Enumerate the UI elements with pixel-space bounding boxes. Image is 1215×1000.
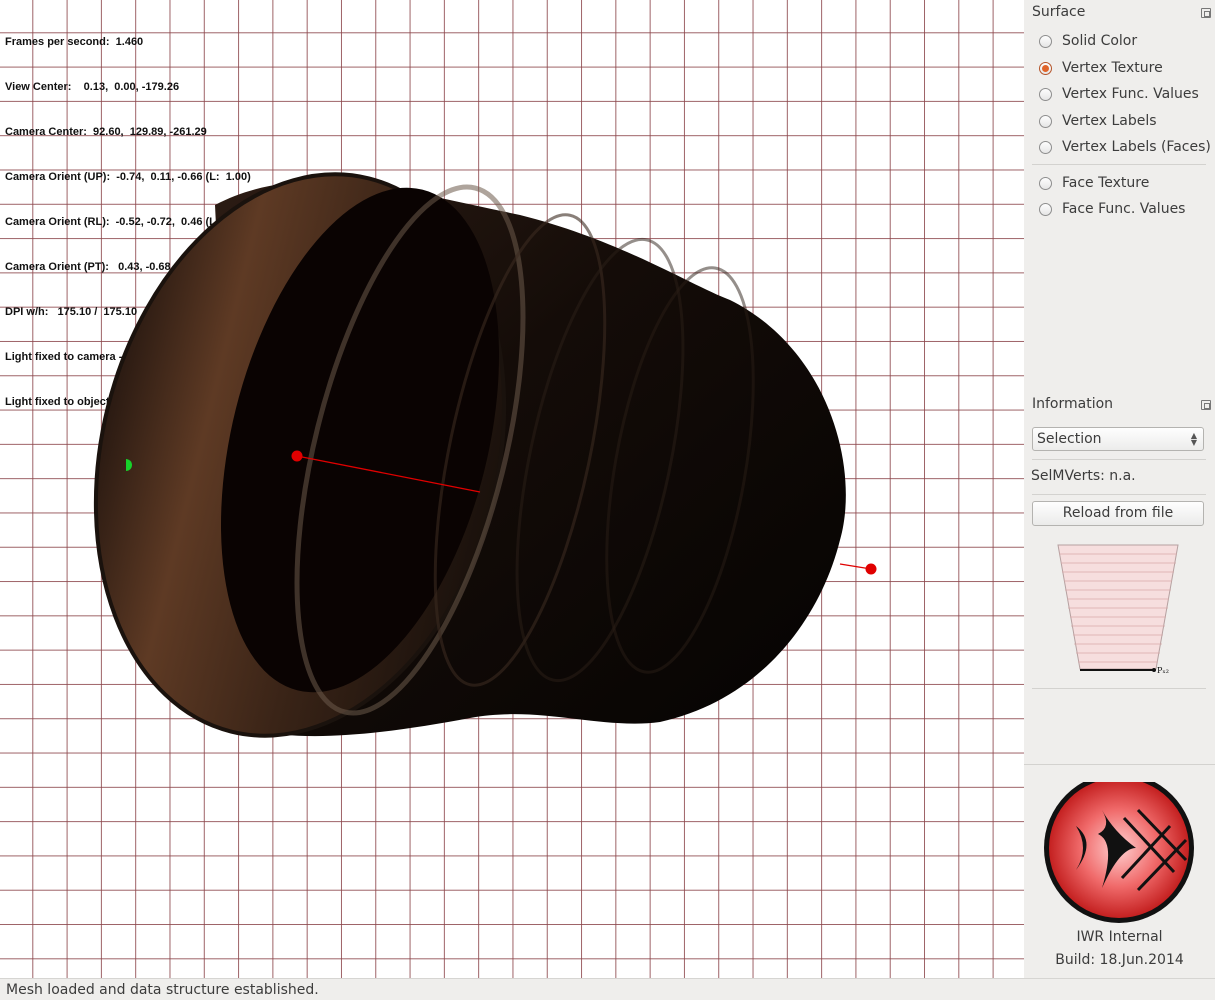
radio-face-func-values[interactable]: Face Func. Values xyxy=(1039,199,1185,219)
selection-combo-value: Selection xyxy=(1037,431,1102,447)
info-separator-1 xyxy=(1032,459,1206,460)
info-separator-3 xyxy=(1032,688,1206,689)
information-panel-title: Information xyxy=(1032,396,1114,412)
radio-face-texture[interactable]: Face Texture xyxy=(1039,173,1149,193)
surface-panel-title: Surface xyxy=(1032,4,1086,20)
surface-separator xyxy=(1032,164,1206,165)
selection-combo[interactable]: Selection ▲ ▼ xyxy=(1032,427,1204,451)
status-bar: Mesh loaded and data structure establish… xyxy=(0,978,1215,1000)
selmverts-label: SelMVerts: n.a. xyxy=(1031,468,1136,484)
funnel-label: Pₓ₂ xyxy=(1157,666,1169,675)
combo-arrows-icon: ▲ ▼ xyxy=(1190,431,1197,447)
radio-circle[interactable] xyxy=(1039,140,1052,154)
funnel-diagram: Pₓ₂ xyxy=(1057,544,1179,675)
radio-label: Vertex Labels xyxy=(1062,113,1157,129)
radio-circle[interactable] xyxy=(1039,114,1052,128)
right-panel: Surface Solid Color Vertex Texture Verte… xyxy=(1024,0,1215,978)
build-label: Build: 18.Jun.2014 xyxy=(1055,952,1184,968)
radio-circle[interactable] xyxy=(1039,34,1052,48)
radio-solid-color[interactable]: Solid Color xyxy=(1039,31,1137,51)
surface-float-icon[interactable] xyxy=(1201,8,1211,18)
radio-label: Face Texture xyxy=(1062,175,1150,191)
radio-label: Vertex Labels (Faces) xyxy=(1062,139,1211,155)
radio-label: Vertex Texture xyxy=(1062,60,1163,76)
radio-vertex-labels-faces[interactable]: Vertex Labels (Faces) xyxy=(1039,137,1211,157)
radio-label: Face Func. Values xyxy=(1062,201,1186,217)
reload-from-file-button[interactable]: Reload from file xyxy=(1032,501,1204,526)
radio-vertex-func-values[interactable]: Vertex Func. Values xyxy=(1039,84,1199,104)
radio-vertex-labels[interactable]: Vertex Labels xyxy=(1039,111,1157,131)
logo-separator xyxy=(1024,764,1215,765)
3d-viewport[interactable]: Frames per second: 1.460 View Center: 0.… xyxy=(0,0,1024,978)
status-message: Mesh loaded and data structure establish… xyxy=(6,982,319,998)
selection-point-end[interactable] xyxy=(865,563,877,575)
info-separator-2 xyxy=(1032,494,1206,495)
mesh-render[interactable] xyxy=(0,0,1024,978)
selection-point-start[interactable] xyxy=(291,450,303,462)
radio-label: Solid Color xyxy=(1062,33,1138,49)
iwr-logo xyxy=(1044,782,1194,923)
information-float-icon[interactable] xyxy=(1201,400,1211,410)
radio-vertex-texture[interactable]: Vertex Texture xyxy=(1039,58,1163,78)
logo-name: IWR Internal xyxy=(1076,929,1163,945)
radio-circle[interactable] xyxy=(1039,61,1052,75)
radio-circle[interactable] xyxy=(1039,202,1052,216)
radio-label: Vertex Func. Values xyxy=(1062,86,1199,102)
radio-circle[interactable] xyxy=(1039,176,1052,190)
radio-circle[interactable] xyxy=(1039,87,1052,101)
